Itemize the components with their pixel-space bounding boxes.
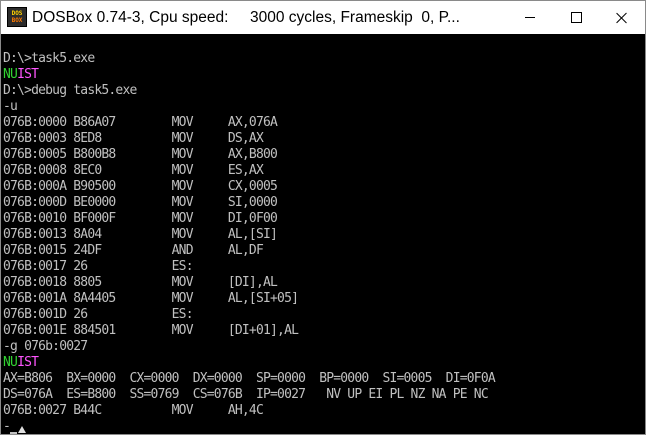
nuist-magenta-part: IST: [17, 355, 39, 370]
app-icon-text-bottom: BOX: [11, 17, 23, 24]
disasm-line: 076B:0018 8805 MOV [DI],AL: [3, 275, 278, 290]
terminal-line: D:\>debug task5.exe: [3, 83, 137, 98]
disasm-line: 076B:0000 B86A07 MOV AX,076A: [3, 115, 278, 130]
disasm-line: 076B:001D 26 ES:: [3, 307, 194, 322]
disasm-line: 076B:0008 8EC0 MOV ES,AX: [3, 163, 264, 178]
dos-screen[interactable]: D:\>task5.exe NUIST D:\>debug task5.exe …: [1, 34, 645, 434]
disasm-line: 076B:0027 B44C MOV AH,4C: [3, 403, 264, 418]
disasm-line: 076B:001E 884501 MOV [DI+01],AL: [3, 323, 299, 338]
window-title: DOSBox 0.74-3, Cpu speed: 3000 cycles, F…: [32, 9, 460, 26]
maximize-button[interactable]: [553, 1, 599, 34]
terminal-line: -g 076b:0027: [3, 339, 88, 354]
maximize-icon: [570, 12, 582, 23]
disasm-line: 076B:0003 8ED8 MOV DS,AX: [3, 131, 264, 146]
close-icon: [616, 12, 628, 24]
close-button[interactable]: [599, 1, 645, 34]
terminal-line: D:\>task5.exe: [3, 51, 95, 66]
disasm-line: 076B:0017 26 ES:: [3, 259, 194, 274]
register-line: AX=B806 BX=0000 CX=0000 DX=0000 SP=0000 …: [3, 371, 496, 386]
nuist-green-part: NU: [3, 355, 18, 370]
minimize-button[interactable]: [507, 1, 553, 34]
disasm-line: 076B:001A 8A4405 MOV AL,[SI+05]: [3, 291, 299, 306]
mouse-pointer-icon: [18, 426, 26, 433]
nuist-magenta-part: IST: [17, 67, 39, 82]
disasm-line: 076B:0013 8A04 MOV AL,[SI]: [3, 227, 278, 242]
text-cursor: [10, 432, 18, 434]
terminal-output: D:\>task5.exe NUIST D:\>debug task5.exe …: [3, 35, 643, 434]
disasm-line: 076B:0015 24DF AND AL,DF: [3, 243, 264, 258]
app-icon-text-top: DOS: [11, 10, 23, 17]
dosbox-window: DOS BOX DOSBox 0.74-3, Cpu speed: 3000 c…: [0, 0, 646, 435]
program-output-nuist: NUIST: [3, 67, 643, 83]
terminal-line: -u: [3, 99, 18, 114]
disasm-line: 076B:000A B90500 MOV CX,0005: [3, 179, 278, 194]
debug-prompt-line[interactable]: -: [3, 419, 643, 434]
title-bar[interactable]: DOS BOX DOSBox 0.74-3, Cpu speed: 3000 c…: [1, 1, 645, 34]
disasm-line: 076B:0010 BF000F MOV DI,0F00: [3, 211, 278, 226]
disasm-line: 076B:000D BE0000 MOV SI,0000: [3, 195, 278, 210]
debug-prompt: -: [3, 419, 11, 434]
minimize-icon: [525, 17, 535, 18]
disasm-line: 076B:0005 B800B8 MOV AX,B800: [3, 147, 278, 162]
dosbox-app-icon[interactable]: DOS BOX: [7, 7, 27, 27]
register-line: DS=076A ES=B800 SS=0769 CS=076B IP=0027 …: [3, 387, 489, 402]
nuist-green-part: NU: [3, 67, 18, 82]
program-output-nuist: NUIST: [3, 355, 643, 371]
